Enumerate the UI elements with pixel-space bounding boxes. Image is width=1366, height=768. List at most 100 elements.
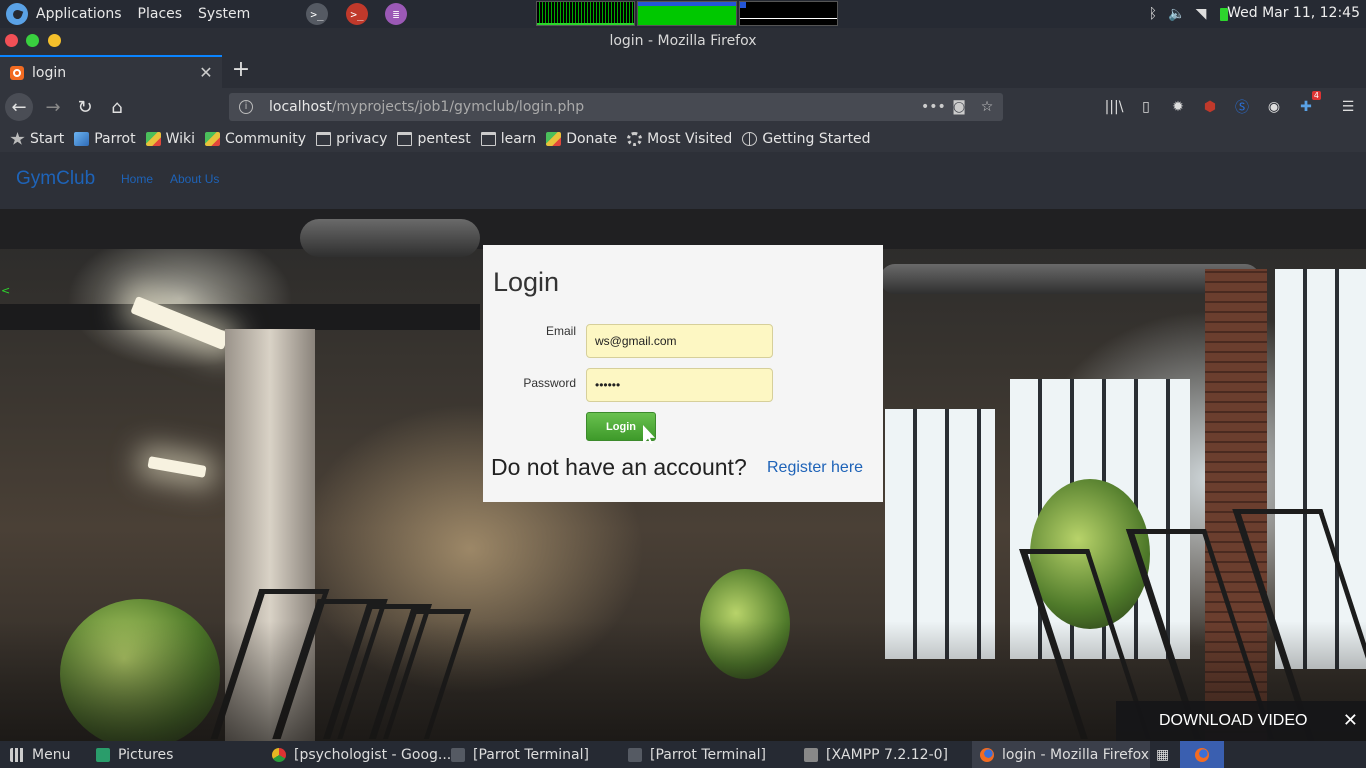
- bookmark-donate[interactable]: Donate: [546, 131, 617, 147]
- bookmark-community[interactable]: Community: [205, 131, 306, 147]
- bookmark-start[interactable]: Start: [10, 131, 64, 147]
- email-field[interactable]: [586, 324, 773, 358]
- gear-icon: [627, 132, 643, 146]
- site-info-icon[interactable]: i: [239, 100, 253, 114]
- task-label: [Parrot Terminal]: [650, 746, 766, 763]
- clock[interactable]: Wed Mar 11, 12:45: [1227, 5, 1360, 21]
- bookmark-folder-pentest[interactable]: pentest: [397, 131, 471, 147]
- home-button[interactable]: ⌂: [103, 93, 131, 121]
- reload-button[interactable]: ↻: [71, 93, 99, 121]
- bookmark-parrot[interactable]: Parrot: [74, 131, 136, 147]
- system-top-panel: Applications Places System >_ >_ ≣ ᛒ 🔈 ◥…: [0, 0, 1366, 28]
- page-viewport: GymClub Home About Us < Login Email ws@g…: [0, 152, 1366, 741]
- bookmark-folder-learn[interactable]: learn: [480, 131, 536, 147]
- task-terminal-window[interactable]: [Parrot Terminal]: [628, 741, 766, 768]
- download-video-label[interactable]: DOWNLOAD VIDEO: [1159, 712, 1307, 730]
- bookmark-folder-privacy[interactable]: privacy: [316, 131, 387, 147]
- bookmark-star-icon[interactable]: ☆: [977, 97, 997, 117]
- gym-background-image: < Login Email Password Login Do not have…: [0, 209, 1366, 741]
- system-monitor-applet[interactable]: [536, 1, 838, 26]
- tab-label: login: [32, 64, 67, 81]
- taskbar-pictures-label: Pictures: [118, 746, 174, 763]
- window-icon: [804, 747, 818, 762]
- bookmark-getting-started[interactable]: Getting Started: [742, 131, 871, 147]
- left-edge-marker: <: [1, 284, 11, 297]
- sidebar-icon[interactable]: ▯: [1135, 96, 1157, 118]
- cpu-graph: [536, 1, 636, 26]
- taskbar-menu-button[interactable]: Menu: [10, 741, 70, 768]
- site-navbar: GymClub Home About Us: [0, 152, 1366, 209]
- wifi-icon[interactable]: ◥: [1192, 0, 1210, 28]
- library-icon[interactable]: |||\: [1103, 96, 1125, 118]
- pocket-icon[interactable]: ◙: [949, 97, 969, 117]
- applications-menu[interactable]: Applications: [28, 0, 130, 28]
- nav-about-link[interactable]: About Us: [170, 172, 219, 186]
- bookmarks-toolbar: Start Parrot Wiki Community privacy pent…: [0, 126, 1366, 152]
- chrome-icon: [272, 747, 286, 762]
- root-terminal-launcher-icon[interactable]: >_: [346, 3, 368, 25]
- task-terminal-window[interactable]: [Parrot Terminal]: [451, 741, 589, 768]
- community-icon: [205, 132, 221, 146]
- url-text[interactable]: localhost/myprojects/job1/gymclub/login.…: [269, 99, 584, 115]
- download-video-bar[interactable]: DOWNLOAD VIDEO ✕: [1116, 701, 1366, 741]
- addon-badge: 4: [1311, 91, 1321, 100]
- network-graph: [738, 1, 838, 26]
- login-heading: Login: [493, 267, 560, 297]
- register-link[interactable]: Register here: [767, 459, 863, 477]
- back-button[interactable]: ←: [5, 93, 33, 121]
- text-editor-launcher-icon[interactable]: ≣: [385, 3, 407, 25]
- task-firefox-window[interactable]: login - Mozilla Firefox: [972, 741, 1150, 768]
- site-brand[interactable]: GymClub: [16, 168, 95, 190]
- workspace-firefox-preview[interactable]: [1180, 741, 1224, 768]
- bookmark-label: Start: [30, 131, 65, 147]
- ublock-icon[interactable]: ⬢: [1199, 96, 1221, 118]
- ceiling-duct: [880, 264, 1260, 294]
- password-field[interactable]: [586, 368, 773, 402]
- terminal-icon: [451, 747, 465, 762]
- window-titlebar[interactable]: login - Mozilla Firefox: [0, 28, 1366, 55]
- tab-strip: login ✕ +: [0, 55, 1366, 88]
- bottom-taskbar: Menu Pictures [psychologist - Goog... [P…: [0, 741, 1366, 768]
- new-tab-icon[interactable]: +: [229, 57, 253, 85]
- terminal-icon: [628, 747, 642, 762]
- firefox-icon: [980, 747, 994, 762]
- task-xampp-window[interactable]: [XAMPP 7.2.12-0]: [804, 741, 948, 768]
- forward-button[interactable]: →: [39, 93, 67, 121]
- bookmark-label: privacy: [336, 131, 388, 147]
- places-menu[interactable]: Places: [130, 0, 191, 28]
- close-tab-icon[interactable]: ✕: [196, 63, 216, 82]
- addon-puzzle-icon[interactable]: ✚ 4: [1295, 91, 1321, 118]
- terminal-launcher-icon[interactable]: >_: [306, 3, 328, 25]
- url-bar[interactable]: i localhost/myprojects/job1/gymclub/logi…: [229, 93, 1003, 121]
- system-menu[interactable]: System: [190, 0, 258, 28]
- bookmark-label: Community: [225, 131, 307, 147]
- bookmark-wiki[interactable]: Wiki: [145, 131, 195, 147]
- donate-icon: [546, 132, 562, 146]
- url-host: localhost: [269, 99, 332, 115]
- ceiling-beam: [0, 304, 480, 330]
- login-form-card: Login Email Password Login Do not have a…: [483, 245, 883, 502]
- app-grid-icon: [10, 747, 24, 762]
- parrot-menu-icon[interactable]: [6, 3, 28, 25]
- workspace-switcher-icon[interactable]: ▦: [1156, 741, 1176, 768]
- task-label: [Parrot Terminal]: [473, 746, 589, 763]
- url-path: /myprojects/job1/gymclub/login.php: [331, 99, 585, 115]
- taskbar-pictures-launcher[interactable]: Pictures: [96, 741, 173, 768]
- bookmark-label: Donate: [566, 131, 618, 147]
- foxyproxy-icon[interactable]: ✹: [1167, 96, 1189, 118]
- close-icon[interactable]: ✕: [1343, 710, 1358, 731]
- account-icon[interactable]: ◉: [1263, 96, 1285, 118]
- page-actions-icon[interactable]: •••: [921, 97, 946, 117]
- hamburger-menu-icon[interactable]: ☰: [1337, 96, 1359, 118]
- wiki-icon: [145, 132, 161, 146]
- tab-login[interactable]: login ✕: [0, 55, 222, 88]
- navigation-toolbar: ← → ↻ ⌂ i localhost/myprojects/job1/gymc…: [0, 88, 1366, 126]
- nav-home-link[interactable]: Home: [121, 172, 153, 186]
- globe-icon: [742, 132, 758, 146]
- task-chrome-window[interactable]: [psychologist - Goog...: [272, 741, 451, 768]
- bookmark-most-visited[interactable]: Most Visited: [627, 131, 732, 147]
- addon-s-icon[interactable]: Ⓢ: [1231, 96, 1253, 118]
- bookmark-label: pentest: [417, 131, 471, 147]
- bluetooth-icon[interactable]: ᛒ: [1145, 0, 1161, 28]
- volume-icon[interactable]: 🔈: [1168, 0, 1186, 28]
